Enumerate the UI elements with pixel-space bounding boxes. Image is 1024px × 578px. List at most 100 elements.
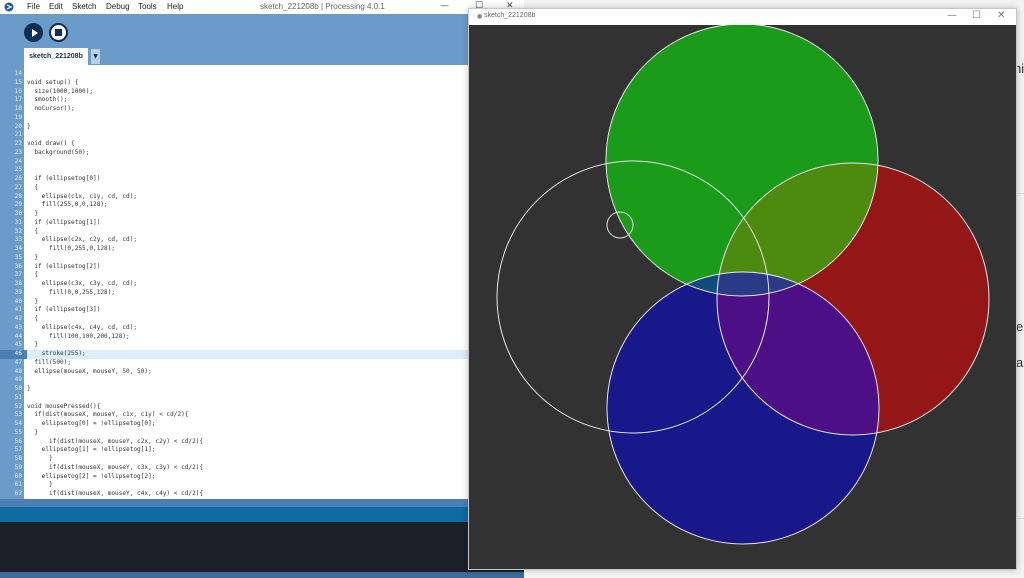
line-number: 38 <box>14 280 22 287</box>
menu-bar: File Edit Sketch Debug Tools Help sketch… <box>0 0 524 14</box>
line-number: 16 <box>14 87 22 95</box>
line-number: 22 <box>14 140 22 147</box>
code-line[interactable]: 27 { <box>0 184 468 193</box>
code-text: { <box>27 315 39 322</box>
code-line[interactable]: 19 <box>0 114 468 123</box>
code-text: ellipsetog[0] = !ellipsetog[0]; <box>27 420 156 427</box>
code-line[interactable]: 41 if (ellipsetog[3]) <box>0 306 468 315</box>
menu-file[interactable]: File <box>27 2 40 11</box>
tab-menu-button[interactable]: ▼ <box>91 49 100 64</box>
line-number: 37 <box>14 271 22 279</box>
code-line[interactable]: 62 if(dist(mouseX, mouseY, c4x, c4y) < c… <box>0 490 468 499</box>
code-line[interactable]: 48 ellipse(mouseX, mouseY, 50, 50); <box>0 368 468 377</box>
code-line[interactable]: 25 <box>0 166 468 175</box>
line-number: 45 <box>14 341 22 349</box>
code-line[interactable]: 38 ellipse(c3x, c3y, cd, cd); <box>0 280 468 289</box>
code-line[interactable]: 61 } <box>0 481 468 490</box>
code-editor[interactable]: 14 15 void setup() {16 size(1000,1000); 17 … <box>0 65 468 506</box>
code-line[interactable]: 16 size(1000,1000); <box>0 88 468 97</box>
line-number: 30 <box>14 210 22 217</box>
code-line[interactable]: 39 fill(0,0,255,128); <box>0 289 468 298</box>
code-line[interactable]: 18 noCursor(); <box>0 105 468 114</box>
toolbar <box>0 14 524 48</box>
code-text: } <box>27 253 39 261</box>
code-line[interactable]: 51 <box>0 394 468 403</box>
code-line[interactable]: 46 stroke(255); <box>0 350 468 359</box>
code-line[interactable]: 52 void mousePressed(){ <box>0 403 468 412</box>
code-line[interactable]: 55 } <box>0 429 468 438</box>
code-line[interactable]: 60 ellipsetog[2] = !ellipsetog[2]; <box>0 473 468 482</box>
code-line[interactable]: 26 if (ellipsetog[0]) <box>0 175 468 184</box>
tab-row: sketch_221208b ▼ <box>0 48 524 65</box>
menu-debug[interactable]: Debug <box>106 2 130 11</box>
background-text-fragment: a <box>1016 355 1024 370</box>
line-number: 54 <box>14 420 22 427</box>
line-number: 57 <box>14 446 22 454</box>
code-line[interactable]: 33 ellipse(c2x, c2y, cd, cd); <box>0 236 468 245</box>
sketch-canvas[interactable] <box>469 25 1016 569</box>
console-area <box>0 522 524 572</box>
editor-horizontal-scrollbar[interactable] <box>0 499 468 507</box>
sketch-window: ● sketch_221208b — ☐ ✕ <box>468 8 1017 570</box>
code-line[interactable]: 57 ellipsetog[1] = !ellipsetog[1]; <box>0 446 468 455</box>
code-line[interactable]: 34 fill(0,255,0,128); <box>0 245 468 254</box>
code-line[interactable]: 32 { <box>0 228 468 237</box>
code-line[interactable]: 17 smooth(); <box>0 96 468 105</box>
menu-sketch[interactable]: Sketch <box>72 2 96 11</box>
line-number: 40 <box>14 297 22 305</box>
code-line[interactable]: 22 void draw() { <box>0 140 468 149</box>
line-number: 39 <box>14 288 22 296</box>
code-line[interactable]: 58 } <box>0 455 468 464</box>
code-line[interactable]: 42 { <box>0 315 468 324</box>
code-line[interactable]: 50} <box>0 385 468 394</box>
code-line[interactable]: 20} <box>0 123 468 132</box>
run-button[interactable] <box>24 23 43 42</box>
code-line[interactable]: 53 if(dist(mouseX, mouseY, c1x, c1y) < c… <box>0 411 468 420</box>
code-line[interactable]: 59 if(dist(mouseX, mouseY, c3x, c3y) < c… <box>0 464 468 473</box>
code-line[interactable]: 28 ellipse(c1x, c1y, cd, cd); <box>0 193 468 202</box>
code-line[interactable]: 47 fill(500); <box>0 359 468 368</box>
code-text: ellipse(c1x, c1y, cd, cd); <box>27 192 138 200</box>
sketch-close-button[interactable]: ✕ <box>997 10 1005 21</box>
code-line[interactable]: 45 } <box>0 341 468 350</box>
menu-edit[interactable]: Edit <box>49 2 63 11</box>
code-line[interactable]: 56 if(dist(mouseX, mouseY, c2x, c2y) < c… <box>0 438 468 447</box>
tab-sketch[interactable]: sketch_221208b <box>24 48 88 65</box>
line-number: 48 <box>14 367 22 375</box>
code-line[interactable]: 15 void setup() { <box>0 79 468 88</box>
menu-tools[interactable]: Tools <box>138 2 157 11</box>
code-line[interactable]: 36 if (ellipsetog[2]) <box>0 263 468 272</box>
minimize-button[interactable]: — <box>440 1 449 11</box>
code-line[interactable]: 40 } <box>0 298 468 307</box>
code-text: if(dist(mouseX, mouseY, c4x, c4y) < cd/2… <box>27 490 204 497</box>
code-text: ellipse(mouseX, mouseY, 50, 50); <box>27 367 152 375</box>
code-line[interactable]: 21 <box>0 131 468 140</box>
code-line[interactable]: 29 fill(255,0,0,128); <box>0 201 468 210</box>
code-line[interactable]: 24 <box>0 158 468 167</box>
code-line[interactable]: 30 } <box>0 210 468 219</box>
code-text: } <box>27 428 39 436</box>
line-number: 53 <box>14 411 22 419</box>
code-line[interactable]: 37 { <box>0 271 468 280</box>
line-number: 29 <box>14 201 22 209</box>
code-text: if(dist(mouseX, mouseY, c3x, c3y) < cd/2… <box>27 463 204 471</box>
stop-button[interactable] <box>49 23 68 42</box>
code-text: } <box>27 297 39 305</box>
code-text: } <box>27 122 31 130</box>
code-line[interactable]: 54 ellipsetog[0] = !ellipsetog[0]; <box>0 420 468 429</box>
code-line[interactable]: 43 ellipse(c4x, c4y, cd, cd); <box>0 324 468 333</box>
code-text: } <box>27 455 53 462</box>
menu-help[interactable]: Help <box>167 2 183 11</box>
code-line[interactable]: 44 fill(100,100,200,128); <box>0 333 468 342</box>
code-line[interactable]: 31 if (ellipsetog[1]) <box>0 219 468 228</box>
line-number: 14 <box>14 70 22 77</box>
window-title: sketch_221208b | Processing 4.0.1 <box>260 2 385 11</box>
code-line[interactable]: 23 background(50); <box>0 149 468 158</box>
code-line[interactable]: 35 } <box>0 254 468 263</box>
code-text: { <box>27 227 39 235</box>
processing-logo-icon <box>4 2 14 12</box>
sketch-maximize-button[interactable]: ☐ <box>972 10 981 21</box>
code-line[interactable]: 49 <box>0 376 468 385</box>
sketch-minimize-button[interactable]: — <box>947 10 957 21</box>
code-line[interactable]: 14 <box>0 70 468 79</box>
